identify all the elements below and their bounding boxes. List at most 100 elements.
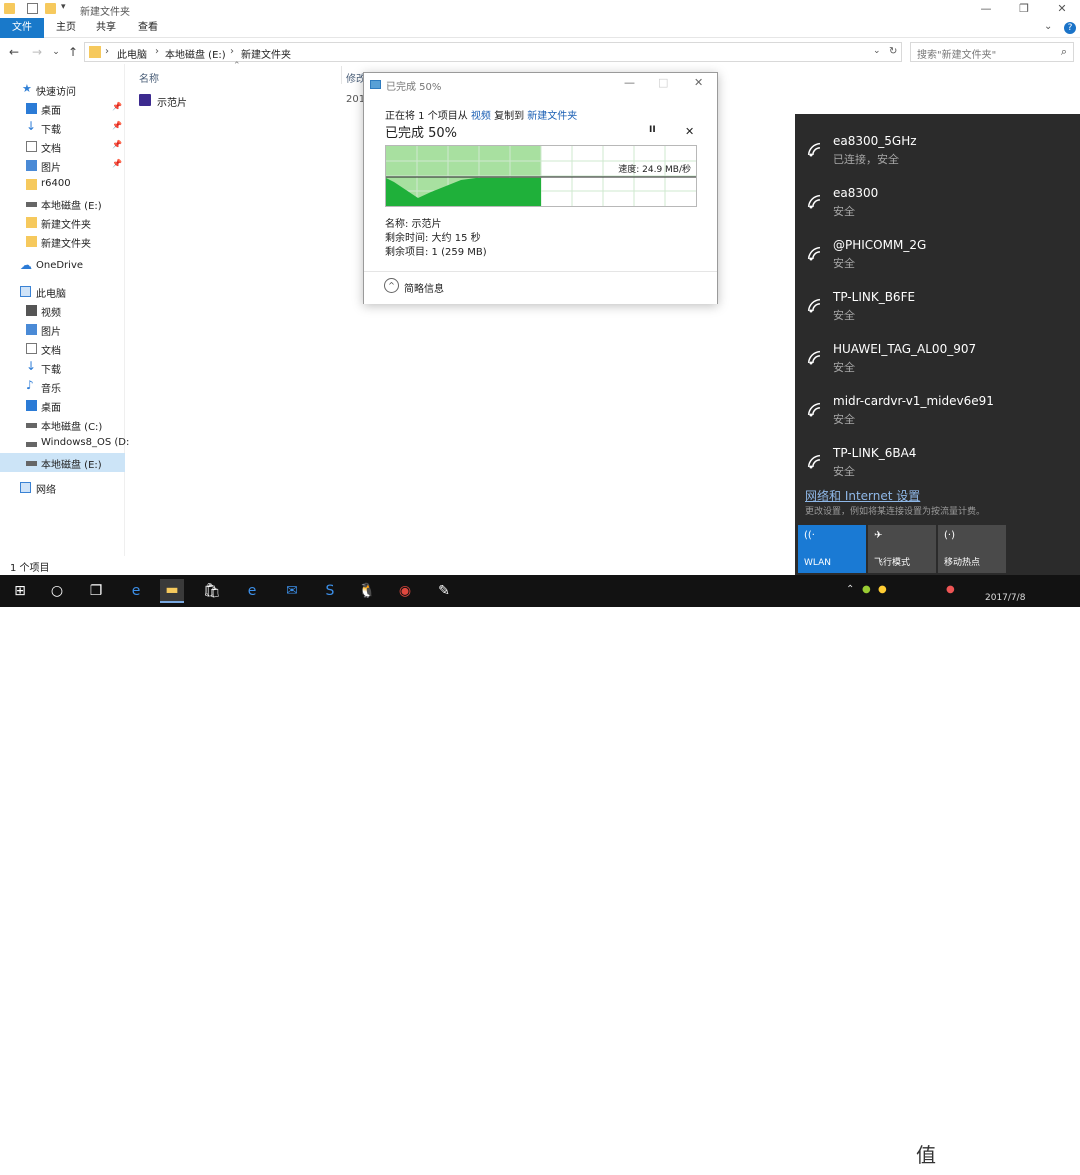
wifi-network-item[interactable]: TP-LINK_B6FE 安全 xyxy=(795,283,1080,335)
mobile-hotspot-toggle[interactable]: (·) 移动热点 xyxy=(938,525,1006,573)
expand-ribbon-icon[interactable]: ⌄ xyxy=(1044,21,1052,32)
nav-network[interactable]: 网络 xyxy=(0,478,125,497)
column-divider[interactable] xyxy=(341,66,342,84)
network-name: @PHICOMM_2G xyxy=(833,238,927,252)
airplane-mode-toggle[interactable]: ✈ 飞行模式 xyxy=(868,525,936,573)
less-details-button[interactable]: 简略信息 xyxy=(404,280,444,295)
forward-arrow-icon[interactable]: → xyxy=(29,44,45,60)
tab-view[interactable]: 查看 xyxy=(126,18,170,38)
breadcrumb-separator-icon[interactable]: › xyxy=(155,46,159,57)
pin-icon[interactable]: 📌 xyxy=(112,102,122,111)
wifi-network-item[interactable]: TP-LINK_6BA4 安全 xyxy=(795,439,1080,491)
edge-browser-icon[interactable]: e xyxy=(124,579,148,603)
nav-this-pc[interactable]: 此电脑 xyxy=(0,282,125,301)
pin-icon[interactable]: 📌 xyxy=(112,121,122,130)
new-folder-icon[interactable] xyxy=(45,3,56,14)
windows-start-icon[interactable]: ⊞ xyxy=(8,579,32,603)
task-view-icon[interactable]: ❐ xyxy=(84,579,108,603)
nav-item-documents[interactable]: 文档 📌 xyxy=(0,137,125,156)
pause-button[interactable]: II xyxy=(649,125,656,135)
wifi-network-item[interactable]: ea8300 安全 xyxy=(795,179,1080,231)
cortana-icon[interactable]: ○ xyxy=(45,579,69,603)
search-input[interactable]: 搜索"新建文件夹" ⌕ xyxy=(910,42,1074,62)
tray-app-icon[interactable]: ● xyxy=(878,584,887,595)
app-icon[interactable]: ✎ xyxy=(432,579,456,603)
dialog-close-button[interactable]: ✕ xyxy=(694,76,703,89)
qq-icon[interactable]: 🐧 xyxy=(355,579,379,603)
nav-label: r6400 xyxy=(41,178,71,189)
airplane-icon: ✈ xyxy=(874,530,883,541)
breadcrumb-drive-e[interactable]: 本地磁盘 (E:) xyxy=(165,46,226,61)
nav-item-drive-c[interactable]: 本地磁盘 (C:) xyxy=(0,415,125,434)
chrome-icon[interactable]: ◉ xyxy=(393,579,417,603)
wifi-network-item[interactable]: @PHICOMM_2G 安全 xyxy=(795,231,1080,283)
address-bar[interactable]: › 此电脑 › 本地磁盘 (E:) › 新建文件夹 ⌄ ↻ xyxy=(84,42,902,62)
nav-item-r6400[interactable]: r6400 xyxy=(0,175,125,194)
minimize-button[interactable]: — xyxy=(968,1,1004,17)
nav-item-pc-desktop[interactable]: 桌面 xyxy=(0,396,125,415)
nav-item-pc-pictures[interactable]: 图片 xyxy=(0,320,125,339)
dialog-minimize-button[interactable]: — xyxy=(624,76,635,89)
address-dropdown-icon[interactable]: ⌄ xyxy=(873,46,881,56)
nav-item-downloads[interactable]: ↓ 下载 📌 xyxy=(0,118,125,137)
breadcrumb-this-pc[interactable]: 此电脑 xyxy=(117,46,147,61)
nav-item-desktop[interactable]: 桌面 📌 xyxy=(0,99,125,118)
search-icon[interactable]: ⌕ xyxy=(1061,45,1067,59)
tray-app-icon[interactable]: ● xyxy=(862,584,871,595)
breadcrumb-separator-icon[interactable]: › xyxy=(230,46,234,57)
wifi-network-item[interactable]: HUAWEI_TAG_AL00_907 安全 xyxy=(795,335,1080,387)
nav-item-pc-documents[interactable]: 文档 xyxy=(0,339,125,358)
nav-item-videos[interactable]: 视频 xyxy=(0,301,125,320)
nav-onedrive[interactable]: ☁ OneDrive xyxy=(0,257,125,276)
close-button[interactable]: ✕ xyxy=(1044,1,1080,17)
nav-item-new-folder-2[interactable]: 新建文件夹 xyxy=(0,232,125,251)
breadcrumb-separator-icon[interactable]: › xyxy=(105,46,109,57)
recent-locations-icon[interactable]: ⌄ xyxy=(48,44,64,60)
nav-label: 视频 xyxy=(41,308,61,319)
show-hidden-icons-icon[interactable]: ⌃ xyxy=(846,584,854,595)
network-status: 已连接，安全 xyxy=(833,153,899,166)
tab-file[interactable]: 文件 xyxy=(0,18,44,38)
nav-item-music[interactable]: ♪ 音乐 xyxy=(0,377,125,396)
cancel-button[interactable]: ✕ xyxy=(685,125,694,138)
wifi-network-item[interactable]: ea8300_5GHz 已连接，安全 xyxy=(795,127,1080,179)
help-icon[interactable]: ? xyxy=(1064,22,1076,34)
maximize-button[interactable]: ❐ xyxy=(1006,1,1042,17)
mail-app-icon[interactable]: ✉ xyxy=(280,579,304,603)
source-link[interactable]: 视频 xyxy=(471,111,491,122)
up-arrow-icon[interactable]: ↑ xyxy=(65,44,81,60)
nav-item-pictures[interactable]: 图片 📌 xyxy=(0,156,125,175)
sogou-icon[interactable]: S xyxy=(318,579,342,603)
tray-app-icon[interactable]: ● xyxy=(946,584,955,595)
wifi-network-item[interactable]: midr-cardvr-v1_midev6e91 安全 xyxy=(795,387,1080,439)
back-arrow-icon[interactable]: ← xyxy=(6,44,22,60)
tab-share[interactable]: 共享 xyxy=(84,18,128,38)
dialog-maximize-button: □ xyxy=(658,76,669,89)
pin-icon[interactable]: 📌 xyxy=(112,140,122,149)
nav-item-drive-d[interactable]: Windows8_OS (D: xyxy=(0,434,129,453)
nav-item-pc-drive-e[interactable]: 本地磁盘 (E:) xyxy=(0,453,125,472)
refresh-icon[interactable]: ↻ xyxy=(889,46,897,57)
nav-item-drive-e[interactable]: 本地磁盘 (E:) xyxy=(0,194,125,213)
nav-quick-access[interactable]: ★ 快速访问 xyxy=(0,80,125,99)
document-icon xyxy=(26,141,37,152)
destination-link[interactable]: 新建文件夹 xyxy=(527,111,577,122)
column-header-name[interactable]: 名称 xyxy=(139,70,159,85)
wlan-toggle[interactable]: ((· WLAN xyxy=(798,525,866,573)
pictures-icon xyxy=(26,324,37,335)
nav-label: 下载 xyxy=(41,365,61,376)
nav-item-pc-downloads[interactable]: ↓ 下载 xyxy=(0,358,125,377)
chevron-up-icon[interactable]: ^ xyxy=(384,278,399,293)
network-settings-link[interactable]: 网络和 Internet 设置 xyxy=(805,487,920,504)
properties-icon[interactable] xyxy=(27,3,38,14)
quick-access-dropdown-icon[interactable]: ▾ xyxy=(61,2,66,12)
pin-icon[interactable]: 📌 xyxy=(112,159,122,168)
tab-home[interactable]: 主页 xyxy=(44,18,88,38)
breadcrumb-new-folder[interactable]: 新建文件夹 xyxy=(241,46,291,61)
clock-date[interactable]: 2017/7/8 xyxy=(985,593,1025,603)
store-icon[interactable]: 🛍 xyxy=(200,579,224,603)
nav-label: 图片 xyxy=(41,163,61,174)
internet-explorer-icon[interactable]: e xyxy=(240,579,264,603)
file-explorer-icon[interactable]: ▬ xyxy=(160,579,184,603)
nav-item-new-folder[interactable]: 新建文件夹 xyxy=(0,213,125,232)
